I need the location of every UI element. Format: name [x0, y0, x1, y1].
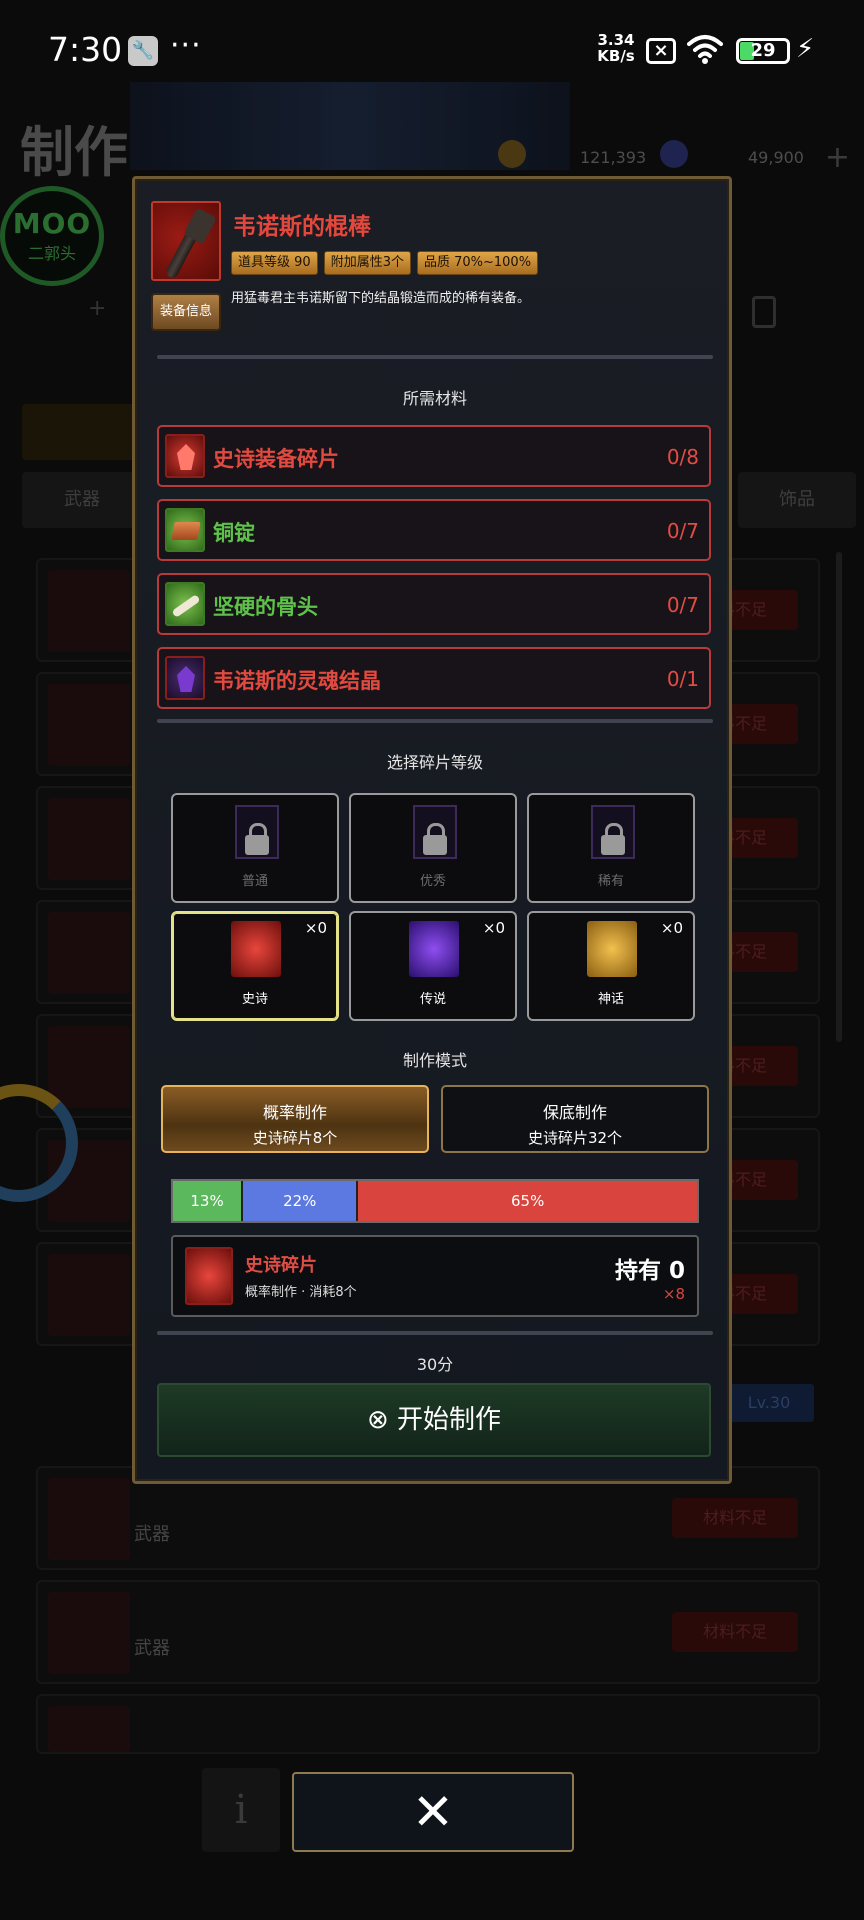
material-row: 史诗装备碎片 0/8 [157, 425, 711, 487]
background-list-row [36, 1694, 820, 1754]
moo-logo: MOO 二郭头 [0, 186, 104, 286]
bone-icon [165, 582, 205, 626]
network-speed: 3.34 KB/s [597, 31, 635, 65]
material-name: 史诗装备碎片 [213, 447, 339, 471]
item-level-badge: 道具等级 90 [231, 251, 318, 275]
material-count: 0/7 [666, 593, 699, 617]
soul-crystal-icon [165, 656, 205, 700]
gem-currency-icon [660, 140, 688, 168]
grade-card-legendary[interactable]: ×0 传说 [349, 911, 517, 1021]
lock-icon [601, 823, 625, 855]
grade-title: 选择碎片等级 [386, 753, 483, 772]
equipment-info-button[interactable]: 装备信息 [151, 293, 221, 331]
probability-bar: 13% 22% 65% [171, 1179, 699, 1223]
material-row: 铜锭 0/7 [157, 499, 711, 561]
material-name: 坚硬的骨头 [213, 595, 318, 619]
craft-time: 30分 [416, 1355, 454, 1374]
guaranteed-craft-button[interactable]: 保底制作 史诗碎片32个 [441, 1085, 709, 1153]
sim-disabled-icon: × [646, 38, 676, 64]
lock-icon [423, 823, 447, 855]
grade-card-common[interactable]: 普通 [171, 793, 339, 903]
material-name: 韦诺斯的灵魂结晶 [213, 669, 381, 693]
start-craft-button[interactable]: ⊗ 开始制作 [157, 1383, 711, 1457]
material-row: 韦诺斯的灵魂结晶 0/1 [157, 647, 711, 709]
legendary-shard-icon [409, 921, 459, 977]
owned-count: 持有 0 [614, 1258, 685, 1284]
crafting-modal: 韦诺斯的棍棒 道具等级 90 附加属性3个 品质 70%~100% 用猛毒君主韦… [132, 176, 732, 1484]
background-list-row: 武器 材料不足 [36, 1580, 820, 1684]
background-currency-gem: 49,900 [748, 148, 804, 167]
grade-card-epic[interactable]: ×0 史诗 [171, 911, 339, 1021]
background-tab-accessories: 饰品 [738, 472, 856, 528]
wrench-icon: 🔧 [128, 36, 158, 66]
material-row: 坚硬的骨头 0/7 [157, 573, 711, 635]
background-lock-icon [752, 296, 776, 328]
item-name: 韦诺斯的棍棒 [233, 214, 371, 240]
epic-shard-icon [185, 1247, 233, 1305]
divider [157, 355, 713, 359]
consume-panel: 史诗碎片 概率制作 · 消耗8个 持有 0 ×8 [171, 1235, 699, 1317]
consume-description: 概率制作 · 消耗8个 [245, 1285, 357, 1300]
grade-card-rare[interactable]: 稀有 [527, 793, 695, 903]
lock-icon [245, 823, 269, 855]
item-description: 用猛毒君主韦诺斯留下的结晶锻造而成的稀有装备。 [231, 291, 531, 306]
probability-segment-high: 65% [356, 1181, 697, 1221]
background-level-badge: Lv.30 [724, 1384, 814, 1422]
required-count: ×8 [662, 1285, 685, 1303]
epic-shard-icon [165, 434, 205, 478]
material-count: 0/7 [666, 519, 699, 543]
status-bar: 7:30 🔧 ··· 3.34 KB/s × 29 ⚡ [0, 0, 864, 100]
wifi-icon [687, 35, 723, 64]
item-quality-badge: 品质 70%~100% [416, 251, 539, 275]
consume-item-name: 史诗碎片 [245, 1255, 317, 1276]
club-item-icon [151, 201, 221, 281]
more-dots-icon: ··· [170, 28, 202, 63]
mode-title: 制作模式 [402, 1051, 467, 1070]
epic-shard-icon [231, 921, 281, 977]
item-badges: 道具等级 90 附加属性3个 品质 70%~100% [231, 251, 539, 275]
grade-card-mythic[interactable]: ×0 神话 [527, 911, 695, 1021]
close-button[interactable]: ✕ [292, 1772, 574, 1852]
mythic-shard-icon [587, 921, 637, 977]
material-count: 0/8 [666, 445, 699, 469]
probability-craft-button[interactable]: 概率制作 史诗碎片8个 [161, 1085, 429, 1153]
material-count: 0/1 [666, 667, 699, 691]
info-button[interactable]: i [202, 1768, 280, 1852]
background-scrollbar [836, 552, 842, 1042]
divider [157, 719, 713, 723]
divider [157, 1331, 713, 1335]
material-name: 铜锭 [213, 521, 255, 545]
item-attributes-badge: 附加属性3个 [323, 251, 411, 275]
probability-segment-mid: 22% [241, 1181, 357, 1221]
background-tab-weapons: 武器 [22, 472, 142, 528]
background-currency-gold: 121,393 [580, 148, 647, 167]
status-time: 7:30 [48, 30, 123, 69]
background-page-title: 制作 [20, 121, 128, 184]
background-plus-icon: + [88, 296, 107, 321]
copper-ingot-icon [165, 508, 205, 552]
charging-icon: ⚡ [796, 34, 815, 64]
grade-card-uncommon[interactable]: 优秀 [349, 793, 517, 903]
gold-coin-icon [498, 140, 526, 168]
probability-segment-common: 13% [173, 1181, 242, 1221]
add-currency-icon: + [824, 140, 850, 175]
background-strip [22, 404, 142, 460]
battery-icon: 29 [736, 38, 790, 64]
materials-title: 所需材料 [402, 389, 467, 408]
